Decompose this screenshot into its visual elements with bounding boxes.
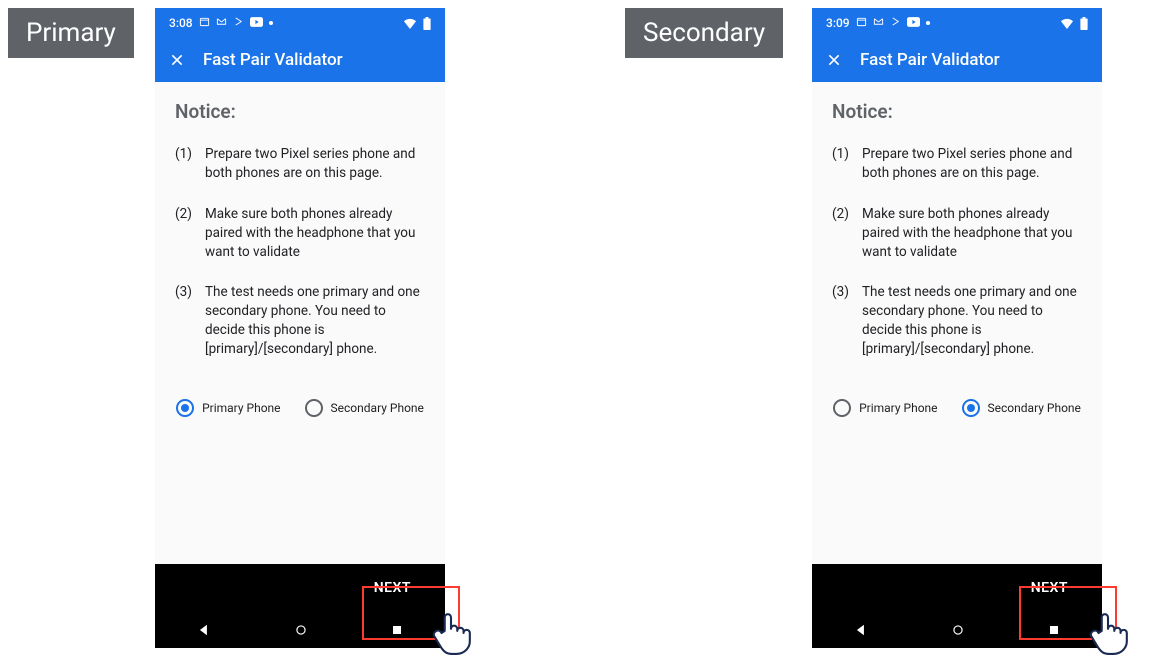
tap-hand-icon: [430, 610, 472, 656]
radio-icon: [176, 399, 194, 417]
status-cast-icon: [233, 16, 244, 30]
content-area: Notice: (1) Prepare two Pixel series pho…: [155, 82, 445, 564]
step-number: (3): [175, 283, 195, 359]
status-battery-icon: [423, 17, 431, 30]
step-number: (2): [175, 205, 195, 262]
step-number: (3): [832, 283, 852, 359]
slide-label-secondary: Secondary: [625, 8, 783, 58]
status-battery-icon: [1080, 17, 1088, 30]
radio-icon: [305, 399, 323, 417]
nav-recent-icon[interactable]: [1048, 624, 1060, 636]
status-youtube-icon: [250, 16, 263, 30]
content-area: Notice: (1) Prepare two Pixel series pho…: [812, 82, 1102, 564]
app-bar: Fast Pair Validator: [155, 38, 445, 82]
notice-step: (3) The test needs one primary and one s…: [832, 283, 1082, 359]
close-icon[interactable]: [826, 52, 842, 68]
status-time: 3:09: [826, 16, 850, 30]
step-number: (1): [832, 145, 852, 183]
next-button[interactable]: NEXT: [1021, 574, 1078, 602]
app-title: Fast Pair Validator: [860, 50, 1000, 70]
nav-back-icon[interactable]: [197, 623, 211, 637]
tap-hand-icon: [1087, 610, 1129, 656]
status-bar: 3:09: [812, 8, 1102, 38]
radio-label: Primary Phone: [859, 401, 937, 415]
android-nav-bar: [812, 612, 1102, 648]
status-dot-icon: [926, 21, 930, 25]
notice-step: (2) Make sure both phones already paired…: [832, 205, 1082, 262]
step-text: The test needs one primary and one secon…: [205, 283, 425, 359]
step-text: Prepare two Pixel series phone and both …: [205, 145, 425, 183]
status-cast-icon: [890, 16, 901, 30]
step-text: Make sure both phones already paired wit…: [862, 205, 1082, 262]
radio-label: Secondary Phone: [988, 401, 1081, 415]
next-button[interactable]: NEXT: [364, 574, 421, 602]
slide-label-primary: Primary: [8, 8, 134, 58]
bottom-bar: NEXT: [812, 564, 1102, 612]
notice-heading: Notice:: [175, 100, 425, 123]
radio-primary-phone[interactable]: Primary Phone: [176, 399, 280, 417]
status-wifi-icon: [403, 18, 417, 29]
notice-step: (3) The test needs one primary and one s…: [175, 283, 425, 359]
status-wifi-icon: [1060, 18, 1074, 29]
radio-secondary-phone[interactable]: Secondary Phone: [305, 399, 424, 417]
status-dot-icon: [269, 21, 273, 25]
step-number: (1): [175, 145, 195, 183]
nav-home-icon[interactable]: [294, 623, 308, 637]
radio-icon: [962, 399, 980, 417]
app-bar: Fast Pair Validator: [812, 38, 1102, 82]
notice-step: (1) Prepare two Pixel series phone and b…: [832, 145, 1082, 183]
radio-label: Secondary Phone: [331, 401, 424, 415]
bottom-bar: NEXT: [155, 564, 445, 612]
phone-primary: 3:08 Fast Pa: [155, 8, 445, 648]
nav-recent-icon[interactable]: [391, 624, 403, 636]
radio-primary-phone[interactable]: Primary Phone: [833, 399, 937, 417]
status-calendar-icon: [856, 16, 867, 30]
step-text: Prepare two Pixel series phone and both …: [862, 145, 1082, 183]
phone-secondary: 3:09 Fast Pa: [812, 8, 1102, 648]
status-calendar-icon: [199, 16, 210, 30]
status-gmail-icon: [216, 16, 227, 30]
status-youtube-icon: [907, 16, 920, 30]
android-nav-bar: [155, 612, 445, 648]
nav-back-icon[interactable]: [854, 623, 868, 637]
close-icon[interactable]: [169, 52, 185, 68]
radio-icon: [833, 399, 851, 417]
status-gmail-icon: [873, 16, 884, 30]
notice-step: (1) Prepare two Pixel series phone and b…: [175, 145, 425, 183]
radio-label: Primary Phone: [202, 401, 280, 415]
notice-heading: Notice:: [832, 100, 1082, 123]
nav-home-icon[interactable]: [951, 623, 965, 637]
status-bar: 3:08: [155, 8, 445, 38]
radio-secondary-phone[interactable]: Secondary Phone: [962, 399, 1081, 417]
step-number: (2): [832, 205, 852, 262]
notice-step: (2) Make sure both phones already paired…: [175, 205, 425, 262]
step-text: The test needs one primary and one secon…: [862, 283, 1082, 359]
step-text: Make sure both phones already paired wit…: [205, 205, 425, 262]
status-time: 3:08: [169, 16, 193, 30]
app-title: Fast Pair Validator: [203, 50, 343, 70]
